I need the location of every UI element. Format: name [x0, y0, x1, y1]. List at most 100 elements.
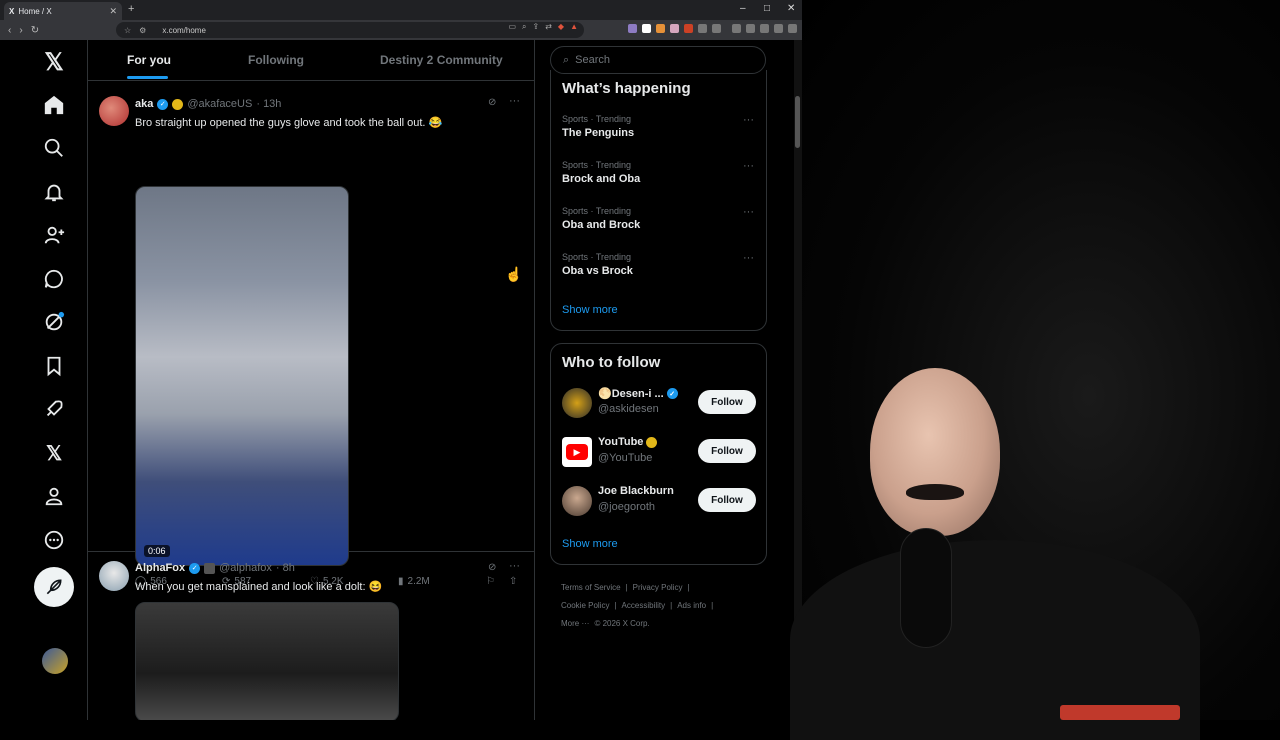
trend-item[interactable]: Sports · Trending Brock and Oba ··· — [562, 160, 758, 192]
minimize-button[interactable]: – — [740, 3, 746, 14]
follow-button[interactable]: Follow — [698, 390, 756, 414]
post-button[interactable] — [34, 567, 74, 607]
active-tab-indicator — [127, 76, 168, 79]
more-icon[interactable]: ··· — [743, 252, 754, 264]
browser-tab[interactable]: X Home / X ✕ — [4, 2, 122, 20]
ads-info-link[interactable]: Ads info — [677, 601, 706, 610]
url-text[interactable]: x.com/home — [162, 26, 206, 35]
zoom-icon[interactable]: ⌕ — [522, 22, 526, 32]
trend-item[interactable]: Sports · Trending Oba vs Brock ··· — [562, 252, 758, 284]
extension-icon[interactable] — [628, 24, 637, 33]
post-more-icon[interactable]: ··· — [509, 95, 520, 107]
author-name[interactable]: AlphaFox — [135, 562, 185, 574]
terms-link[interactable]: Terms of Service — [561, 583, 621, 592]
avatar[interactable] — [99, 96, 129, 126]
more-icon[interactable]: ··· — [743, 114, 754, 126]
extension-icon[interactable] — [684, 24, 693, 33]
avatar[interactable] — [562, 388, 592, 418]
window-close-button[interactable]: ✕ — [787, 3, 795, 14]
trend-item[interactable]: Sports · Trending Oba and Brock ··· — [562, 206, 758, 238]
post[interactable]: aka ✓ @akafaceUS · 13h ⊘ ··· Bro straigh… — [88, 88, 534, 587]
cookie-link[interactable]: Cookie Policy — [561, 601, 609, 610]
grok-icon[interactable]: ⊘ — [488, 97, 496, 108]
author-handle[interactable]: @alphafox — [219, 562, 272, 574]
tab-destiny-2-community[interactable]: Destiny 2 Community — [380, 53, 503, 67]
scrollbar-thumb[interactable] — [795, 96, 800, 148]
follow-button[interactable]: Follow — [698, 488, 756, 512]
section-title: What’s happening — [562, 80, 691, 97]
tab-following[interactable]: Following — [248, 53, 304, 67]
avatar[interactable] — [562, 486, 592, 516]
jobs-icon[interactable] — [40, 395, 68, 423]
browser-window: X Home / X ✕ + – □ ✕ ‹ › ↻ ☆ ⚙ x.com/hom… — [0, 0, 802, 720]
extension-icon[interactable] — [698, 24, 707, 33]
search-icon[interactable] — [40, 134, 68, 162]
alert-icon[interactable]: ▲ — [570, 22, 578, 32]
more-icon[interactable]: ··· — [743, 206, 754, 218]
forward-icon[interactable]: › — [19, 25, 22, 36]
follow-suggestion[interactable]: 🌕Desen-i ... ✓ @askidesen Follow — [562, 386, 756, 420]
extension-icon[interactable] — [670, 24, 679, 33]
follow-suggestion[interactable]: Joe Blackburn @joegoroth Follow — [562, 484, 756, 518]
back-icon[interactable]: ‹ — [8, 25, 11, 36]
accessibility-link[interactable]: Accessibility — [622, 601, 666, 610]
extension-icon[interactable] — [732, 24, 741, 33]
translate-icon[interactable]: ⇄ — [545, 22, 552, 32]
tab-close-icon[interactable]: ✕ — [109, 6, 117, 17]
verified-icon: ✓ — [189, 562, 201, 574]
post-video[interactable]: 0:06 — [135, 186, 349, 566]
follow-icon[interactable] — [40, 221, 68, 249]
bookmarks-icon[interactable] — [40, 352, 68, 380]
search-input[interactable] — [575, 54, 746, 66]
new-tab-button[interactable]: + — [128, 3, 134, 15]
author-handle[interactable]: @akafaceUS — [187, 98, 252, 110]
post-time[interactable]: · 13h — [256, 98, 281, 110]
post-header: AlphaFox ✓ @alphafox · 8h — [135, 562, 295, 574]
notifications-icon[interactable] — [40, 178, 68, 206]
maximize-button[interactable]: □ — [764, 3, 770, 14]
more-link[interactable]: More ··· — [561, 619, 589, 628]
privacy-link[interactable]: Privacy Policy — [633, 583, 683, 592]
post-video[interactable] — [135, 602, 399, 720]
youtube-logo-icon[interactable]: ▶ — [562, 437, 592, 467]
site-info-icon[interactable]: ⚙ — [139, 26, 146, 35]
bookmark-star-icon[interactable]: ☆ — [124, 26, 131, 35]
author-name[interactable]: aka — [135, 98, 153, 110]
grok-icon[interactable] — [40, 308, 68, 336]
profile-icon[interactable] — [40, 482, 68, 510]
more-icon[interactable] — [40, 526, 68, 554]
post[interactable]: AlphaFox ✓ @alphafox · 8h ⊘ ··· When you… — [88, 553, 534, 720]
affiliate-badge-icon — [204, 562, 216, 574]
webcam-person-head — [870, 368, 1000, 536]
trend-item[interactable]: Sports · Trending The Penguins ··· — [562, 114, 758, 146]
url-bar[interactable]: ☆ ⚙ x.com/home ▭ ⌕ ⇪ ⇄ ◆ ▲ — [116, 22, 584, 38]
x-logo-icon[interactable]: 𝕏 — [40, 48, 68, 76]
extension-icon[interactable] — [712, 24, 721, 33]
home-icon[interactable] — [40, 91, 68, 119]
extension-icon[interactable] — [774, 24, 783, 33]
tab-for-you[interactable]: For you — [127, 53, 171, 67]
post-more-icon[interactable]: ··· — [509, 560, 520, 572]
reload-icon[interactable]: ↻ — [31, 25, 39, 36]
more-icon[interactable]: ··· — [743, 160, 754, 172]
extension-icon[interactable] — [656, 24, 665, 33]
extension-icon[interactable] — [642, 24, 651, 33]
messages-icon[interactable] — [40, 265, 68, 293]
show-more-link[interactable]: Show more — [562, 304, 618, 316]
x-page: 𝕏 𝕏 For you Following Destiny 2 Communit… — [0, 40, 802, 720]
premium-icon[interactable]: 𝕏 — [40, 439, 68, 467]
extension-icon[interactable] — [788, 24, 797, 33]
x-favicon-icon: X — [9, 6, 15, 16]
avatar[interactable] — [99, 561, 129, 591]
cast-icon[interactable]: ▭ — [508, 22, 516, 32]
shield-icon[interactable]: ◆ — [558, 22, 564, 32]
follow-button[interactable]: Follow — [698, 439, 756, 463]
account-avatar[interactable] — [42, 648, 68, 674]
grok-icon[interactable]: ⊘ — [488, 562, 496, 573]
extension-icon[interactable] — [760, 24, 769, 33]
follow-suggestion[interactable]: ▶ YouTube @YouTube Follow — [562, 435, 756, 469]
extension-icon[interactable] — [746, 24, 755, 33]
share-icon[interactable]: ⇪ — [533, 22, 540, 32]
post-time[interactable]: · 8h — [276, 562, 295, 574]
show-more-link[interactable]: Show more — [562, 538, 618, 550]
